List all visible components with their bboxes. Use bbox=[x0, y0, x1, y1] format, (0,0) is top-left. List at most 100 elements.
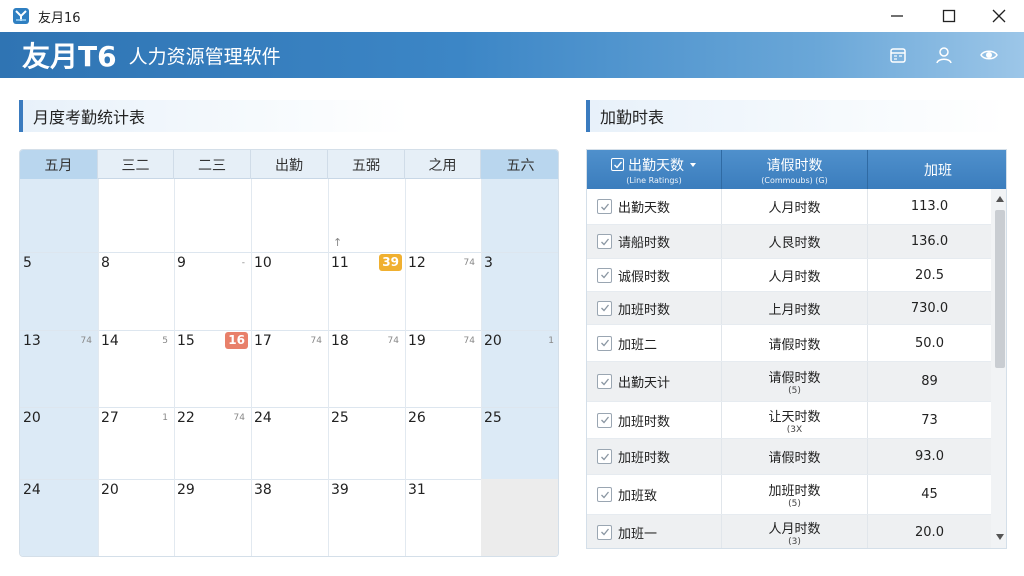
calendar-day-mark: 1 bbox=[162, 413, 168, 423]
table-row[interactable]: 加班一 人月时数 (3) 20.0 bbox=[587, 515, 991, 548]
scroll-down-arrow[interactable] bbox=[995, 532, 1005, 542]
table-cell-value: 45 bbox=[868, 475, 991, 514]
calendar-day-cell[interactable]: 12 74 bbox=[405, 252, 481, 330]
table-cell-value: 20.0 bbox=[868, 515, 991, 548]
calendar-day-cell[interactable]: 11 39 bbox=[328, 252, 405, 330]
calendar-day-cell[interactable] bbox=[405, 179, 481, 252]
calendar-day-cell[interactable]: 20 bbox=[20, 407, 98, 479]
calendar-day-cell[interactable] bbox=[251, 179, 328, 252]
table-row[interactable]: 加班时数 请假时数 93.0 bbox=[587, 439, 991, 475]
calendar-day-cell[interactable]: 22 74 bbox=[174, 407, 251, 479]
overtime-panel-title: 加勤时表 bbox=[586, 100, 1007, 132]
column-header-leave[interactable]: 请假时数 (Commoubs) (G) bbox=[722, 150, 868, 189]
calendar-day-cell[interactable]: 19 74 bbox=[405, 330, 481, 407]
calendar-day-cell[interactable]: 25 bbox=[328, 407, 405, 479]
table-cell-type: 人月时数 bbox=[722, 259, 868, 291]
row-checkbox[interactable] bbox=[597, 487, 612, 502]
calendar-day-number: 5 bbox=[23, 255, 32, 271]
calendar-day-cell[interactable]: 15 16 bbox=[174, 330, 251, 407]
row-value: 20.0 bbox=[915, 524, 944, 540]
calendar-day-mark: 1 bbox=[548, 336, 554, 346]
calendar-day-cell[interactable]: 27 1 bbox=[98, 407, 174, 479]
calendar-day-cell[interactable]: 9- bbox=[174, 252, 251, 330]
calendar-day-cell[interactable]: 26 bbox=[405, 407, 481, 479]
app-logo-icon bbox=[13, 8, 29, 24]
calendar-day-cell[interactable]: 29 bbox=[174, 479, 251, 556]
check-icon bbox=[600, 339, 609, 347]
table-cell-value: 50.0 bbox=[868, 325, 991, 361]
calendar-day-cell[interactable]: 39 bbox=[328, 479, 405, 556]
calendar-day-number: 14 bbox=[101, 333, 119, 349]
calendar-day-cell[interactable]: 13 74 bbox=[20, 330, 98, 407]
row-checkbox[interactable] bbox=[597, 234, 612, 249]
minimize-button[interactable] bbox=[874, 0, 920, 32]
table-cell-type: 请假时数 bbox=[722, 439, 868, 474]
table-cell-name: 加班致 bbox=[587, 475, 722, 514]
check-icon bbox=[613, 161, 622, 169]
row-checkbox[interactable] bbox=[597, 449, 612, 464]
calendar-day-cell[interactable]: 24 bbox=[20, 479, 98, 556]
calendar-day-cell[interactable]: 10 bbox=[251, 252, 328, 330]
view-button[interactable] bbox=[975, 41, 1003, 69]
table-cell-name: 诚假时数 bbox=[587, 259, 722, 291]
calendar-day-mark: 74 bbox=[463, 258, 475, 268]
row-checkbox[interactable] bbox=[597, 374, 612, 389]
calendar-day-cell[interactable]: ↑ bbox=[328, 179, 405, 252]
calendar-day-cell[interactable] bbox=[481, 479, 558, 556]
calendar-day-cell[interactable]: 14 5 bbox=[98, 330, 174, 407]
calendar-day-number: 15 bbox=[177, 333, 195, 349]
calendar-day-cell[interactable]: 18 74 bbox=[328, 330, 405, 407]
brand-name: 友月T6 bbox=[22, 40, 117, 73]
row-checkbox[interactable] bbox=[597, 267, 612, 283]
scroll-up-arrow[interactable] bbox=[995, 194, 1005, 204]
row-checkbox[interactable] bbox=[597, 300, 612, 316]
select-all-checkbox[interactable] bbox=[611, 158, 624, 171]
calendar-day-cell[interactable]: 25 bbox=[481, 407, 558, 479]
row-type: 加班时数 bbox=[768, 484, 821, 499]
calendar-day-cell[interactable]: 8 bbox=[98, 252, 174, 330]
table-row[interactable]: 加班致 加班时数 (5) 45 bbox=[587, 475, 991, 515]
table-scrollbar[interactable] bbox=[991, 189, 1006, 548]
row-type-sub: (3X bbox=[786, 424, 803, 435]
calendar-day-cell[interactable]: 20 1 bbox=[481, 330, 558, 407]
column-header-attendance[interactable]: 出勤天数 (Line Ratings) bbox=[587, 150, 722, 189]
table-row[interactable]: 加班二 请假时数 50.0 bbox=[587, 325, 991, 362]
user-icon bbox=[936, 47, 952, 64]
calendar-day-cell[interactable] bbox=[481, 179, 558, 252]
sort-down-icon bbox=[690, 162, 696, 167]
table-row[interactable]: 诚假时数 人月时数 20.5 bbox=[587, 259, 991, 292]
table-cell-value: 730.0 bbox=[868, 292, 991, 324]
user-button[interactable] bbox=[930, 41, 958, 69]
calendar-day-cell[interactable]: 3 bbox=[481, 252, 558, 330]
row-checkbox[interactable] bbox=[597, 335, 612, 351]
row-checkbox[interactable] bbox=[597, 524, 612, 540]
calendar-day-number: 24 bbox=[254, 410, 272, 426]
calendar-day-cell[interactable]: 31 bbox=[405, 479, 481, 556]
scroll-thumb[interactable] bbox=[995, 210, 1005, 368]
table-row[interactable]: 出勤天计 请假时数 (5) 89 bbox=[587, 362, 991, 402]
row-checkbox[interactable] bbox=[597, 412, 612, 428]
maximize-button[interactable] bbox=[926, 0, 972, 32]
calendar-day-cell[interactable]: 20 bbox=[98, 479, 174, 556]
calendar-day-cell[interactable]: 17 74 bbox=[251, 330, 328, 407]
calendar-day-cell[interactable] bbox=[98, 179, 174, 252]
row-checkbox[interactable] bbox=[597, 199, 612, 214]
calendar-day-cell[interactable]: 5 bbox=[20, 252, 98, 330]
calendar-day-cell[interactable] bbox=[20, 179, 98, 252]
overtime-title-text: 加勤时表 bbox=[600, 108, 665, 127]
calendar-button[interactable] bbox=[884, 41, 912, 69]
row-type: 请假时数 bbox=[768, 337, 821, 353]
table-row[interactable]: 加班时数 上月时数 730.0 bbox=[587, 292, 991, 325]
table-row[interactable]: 请船时数 人艮时数 136.0 bbox=[587, 225, 991, 259]
row-name: 加班二 bbox=[618, 337, 658, 353]
calendar-day-cell[interactable]: 24 bbox=[251, 407, 328, 479]
calendar-day-cell[interactable] bbox=[174, 179, 251, 252]
close-button[interactable] bbox=[976, 0, 1022, 32]
minimize-icon bbox=[891, 15, 903, 17]
row-value: 136.0 bbox=[910, 234, 949, 249]
check-icon bbox=[600, 453, 609, 460]
table-row[interactable]: 出勤天数 人月时数 113.0 bbox=[587, 189, 991, 225]
calendar-day-cell[interactable]: 38 bbox=[251, 479, 328, 556]
column-header-overtime[interactable]: 加班 bbox=[868, 150, 1006, 189]
table-row[interactable]: 加班时数 让天时数 (3X 73 bbox=[587, 402, 991, 439]
